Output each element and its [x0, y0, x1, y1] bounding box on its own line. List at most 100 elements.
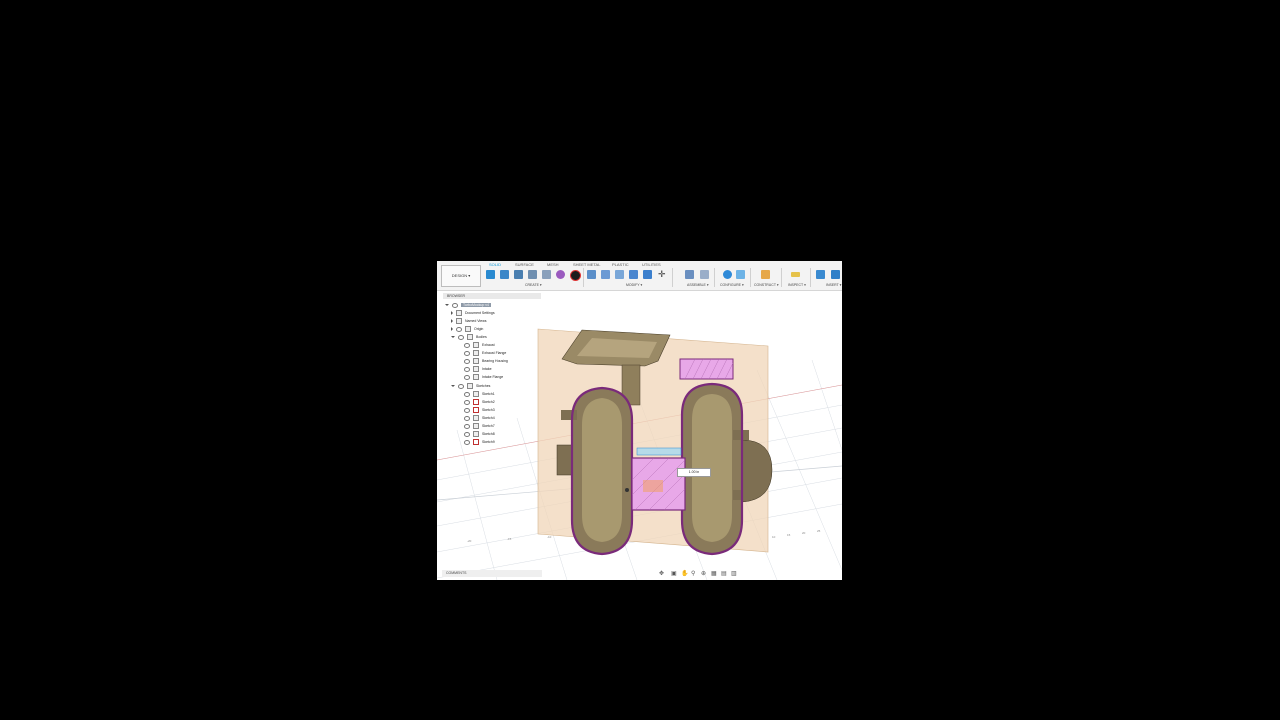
configure-icon[interactable] [723, 270, 732, 279]
extrude-icon[interactable] [514, 270, 523, 279]
tree-item-body[interactable]: Exhaust [464, 342, 495, 349]
form-icon[interactable] [556, 270, 565, 279]
visibility-icon[interactable] [464, 350, 470, 356]
visibility-icon[interactable] [458, 383, 464, 389]
expand-icon[interactable] [445, 304, 449, 307]
tree-item-sketches[interactable]: Sketches [451, 383, 490, 390]
separator [583, 268, 584, 287]
group-modify[interactable]: MODIFY ▾ [626, 283, 642, 287]
pan-icon[interactable]: ✋ [681, 570, 688, 577]
tree-item-origin[interactable]: Origin [451, 326, 483, 333]
tree-item-sketch[interactable]: Sketch2 [464, 399, 495, 406]
expand-icon[interactable] [451, 336, 455, 339]
svg-text:15: 15 [787, 533, 791, 537]
offset-plane-icon[interactable] [761, 270, 770, 279]
tree-item-named-views[interactable]: Named Views [451, 318, 487, 325]
expand-icon[interactable] [451, 385, 455, 388]
orbit-icon[interactable]: ✥ [659, 570, 664, 577]
display-settings-icon[interactable]: ▦ [711, 570, 717, 577]
tree-item-sketch[interactable]: Sketch9 [464, 439, 495, 446]
tree-item-sketch[interactable]: Sketch1 [464, 391, 495, 398]
visibility-icon[interactable] [464, 374, 470, 380]
new-component-assemble-icon[interactable] [685, 270, 694, 279]
visibility-icon[interactable] [464, 407, 470, 413]
document-root[interactable]: TurboMockup v4 [445, 302, 491, 309]
tab-surface[interactable]: SURFACE [515, 262, 534, 267]
visibility-icon[interactable] [464, 391, 470, 397]
revolve-icon[interactable] [528, 270, 537, 279]
tree-item-sketch[interactable]: Sketch4 [464, 415, 495, 422]
insert-decal-icon[interactable] [831, 270, 840, 279]
tree-item-sketch[interactable]: Sketch3 [464, 407, 495, 414]
group-construct[interactable]: CONSTRUCT ▾ [754, 283, 779, 287]
configure-table-icon[interactable] [736, 270, 745, 279]
selected-face[interactable] [636, 447, 682, 456]
tree-item-body[interactable]: Exhaust Flange [464, 350, 506, 357]
fit-icon[interactable]: ⊕ [701, 570, 706, 577]
folder-icon [467, 383, 473, 390]
tree-item-body[interactable]: Bearing Housing [464, 358, 508, 365]
tree-item-label: Bearing Housing [482, 359, 508, 363]
create-sketch-icon[interactable] [500, 270, 509, 279]
new-component-icon[interactable] [486, 270, 495, 279]
fillet-icon[interactable] [601, 270, 610, 279]
visibility-icon[interactable] [464, 399, 470, 405]
tab-mesh[interactable]: MESH [547, 262, 559, 267]
tree-item-label: Exhaust Flange [482, 351, 507, 355]
measure-icon[interactable] [791, 272, 800, 277]
visibility-icon[interactable] [464, 415, 470, 421]
visibility-icon[interactable] [464, 366, 470, 372]
tree-item-label: Document Settings [465, 311, 495, 315]
tab-plastic[interactable]: PLASTIC [612, 262, 629, 267]
insert-mesh-icon[interactable] [570, 270, 581, 281]
comments-panel[interactable]: COMMENTS [442, 570, 542, 577]
expand-icon[interactable] [451, 327, 453, 332]
tree-item-sketch[interactable]: Sketch7 [464, 423, 495, 430]
joint-icon[interactable] [700, 270, 709, 279]
visibility-icon[interactable] [464, 342, 470, 348]
intake-flange-section [679, 358, 734, 380]
tree-item-label: Sketch4 [482, 416, 495, 420]
tree-item-bodies[interactable]: Bodies [451, 334, 487, 341]
expand-icon[interactable] [451, 319, 453, 324]
tree-item-body[interactable]: Intake [464, 366, 492, 373]
visibility-icon[interactable] [464, 431, 470, 437]
visibility-icon[interactable] [464, 358, 470, 364]
exhaust-outlet [556, 444, 573, 476]
workspace-dropdown[interactable]: DESIGN ▾ [441, 265, 481, 287]
tree-item-sketch[interactable]: Sketch8 [464, 431, 495, 438]
tab-utilities[interactable]: UTILITIES [642, 262, 661, 267]
group-inspect[interactable]: INSPECT ▾ [788, 283, 806, 287]
separator [810, 268, 811, 287]
grid-settings-icon[interactable]: ▤ [721, 570, 727, 577]
expand-icon[interactable] [451, 311, 453, 316]
zoom-icon[interactable]: ⚲ [691, 570, 695, 577]
look-at-icon[interactable]: ▣ [671, 570, 677, 577]
visibility-icon[interactable] [464, 423, 470, 429]
body-icon [473, 374, 479, 381]
group-configure[interactable]: CONFIGURE ▾ [720, 283, 744, 287]
visibility-icon[interactable] [452, 302, 458, 308]
group-insert[interactable]: INSERT ▾ [826, 283, 841, 287]
tree-item-document-settings[interactable]: Document Settings [451, 310, 495, 317]
move-icon[interactable]: ✛ [658, 270, 667, 279]
folder-icon [465, 326, 471, 333]
visibility-icon[interactable] [458, 334, 464, 340]
browser-header[interactable]: BROWSER [443, 293, 541, 299]
visibility-icon[interactable] [464, 439, 470, 445]
tree-item-body[interactable]: Intake Flange [464, 374, 503, 381]
tab-solid[interactable]: SOLID [489, 262, 501, 267]
press-pull-icon[interactable] [587, 270, 596, 279]
insert-derive-icon[interactable] [816, 270, 825, 279]
chamfer-icon[interactable] [615, 270, 624, 279]
viewports-icon[interactable]: ▥ [731, 570, 737, 577]
sketch-warning-icon [473, 407, 479, 414]
dimension-input[interactable]: 1.00 in [677, 468, 711, 477]
shell-icon[interactable] [629, 270, 638, 279]
hole-icon[interactable] [542, 270, 551, 279]
combine-icon[interactable] [643, 270, 652, 279]
group-create[interactable]: CREATE ▾ [525, 283, 542, 287]
visibility-icon[interactable] [456, 326, 462, 332]
tab-sheet-metal[interactable]: SHEET METAL [573, 262, 600, 267]
group-assemble[interactable]: ASSEMBLE ▾ [687, 283, 709, 287]
